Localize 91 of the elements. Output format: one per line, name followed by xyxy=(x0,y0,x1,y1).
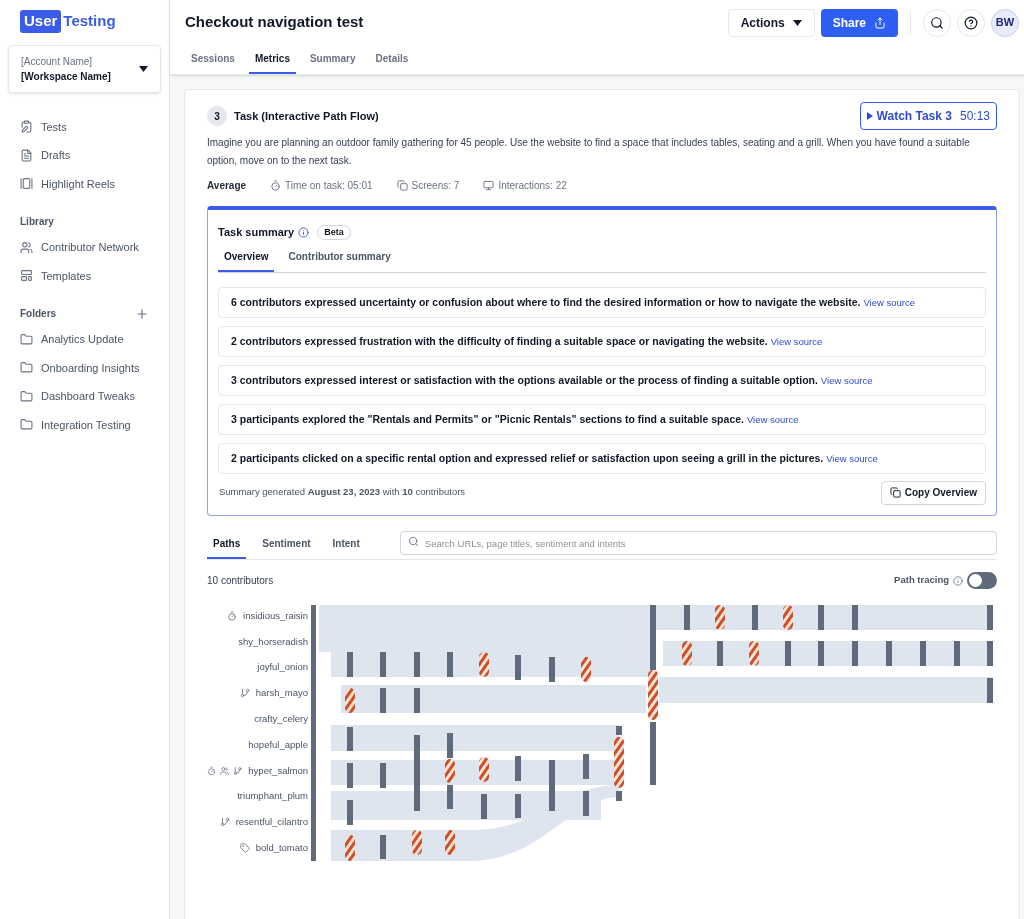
timer-icon xyxy=(227,610,238,621)
caret-icon xyxy=(139,65,148,72)
info-icon xyxy=(953,575,963,586)
copy-icon xyxy=(889,487,901,498)
nav-link[interactable]: Highlight Reels xyxy=(41,175,115,192)
contributor-name: resentful_cilantro xyxy=(235,815,308,830)
reels-icon xyxy=(20,177,33,191)
monitor-icon xyxy=(483,180,495,191)
nav-link[interactable]: Templates xyxy=(41,267,92,284)
task-description: Imagine you are planning an outdoor family gathering for 45 people. Use the website to find a space that includes tables, seating and a grill. When you have found a suitable option, move on to the next task. xyxy=(207,136,971,168)
tab[interactable]: Details xyxy=(369,45,415,74)
folder-icon xyxy=(20,389,33,403)
watch-task-button[interactable]: Watch Task 3 50:13 xyxy=(859,102,997,130)
contributor-name: hyper_salmon xyxy=(248,763,308,778)
nav-link[interactable]: Integration Testing xyxy=(41,416,131,433)
timer-icon xyxy=(207,765,217,776)
tab[interactable]: Paths xyxy=(207,536,247,559)
tab[interactable]: Metrics xyxy=(248,45,296,74)
contributor-name: insidious_raisin xyxy=(243,608,308,623)
contributor-name: harsh_mayo xyxy=(255,686,308,701)
info-icon xyxy=(298,226,310,238)
contributor-name: triumphant_plum xyxy=(237,789,308,804)
contributor-name: bold_tomato xyxy=(255,840,308,855)
summary-footer: Summary generated August 23, 2023 with 10 contributors xyxy=(219,485,466,500)
task-number: 3 xyxy=(207,106,227,126)
folder-icon xyxy=(20,332,33,346)
templates-icon xyxy=(20,269,33,283)
tag-icon xyxy=(239,843,250,854)
share-icon xyxy=(874,16,886,29)
page-title: Checkout navigation test xyxy=(185,12,365,33)
drafts-icon xyxy=(20,148,33,162)
path-tracing-toggle[interactable] xyxy=(967,572,997,589)
stat-text: Screens: 7 xyxy=(411,179,460,193)
nav-link[interactable]: Onboarding Insights xyxy=(41,359,140,376)
summary-item: 3 contributors expressed interest or satisfaction with the options available or the process of finding a suitable option. View source xyxy=(218,364,986,396)
timer-icon xyxy=(270,180,282,191)
branch-icon xyxy=(239,688,250,699)
nav-link[interactable]: Contributor Network xyxy=(41,239,139,256)
section-title: Library xyxy=(19,215,55,229)
task-title: Task (Interactive Path Flow) xyxy=(234,108,380,124)
nav-link[interactable]: Dashboard Tweaks xyxy=(41,388,135,405)
network-icon xyxy=(20,240,33,254)
folder-icon xyxy=(20,418,33,432)
nav-link[interactable]: Drafts xyxy=(41,147,71,164)
actions-button[interactable]: Actions xyxy=(727,8,815,37)
caret-icon xyxy=(792,19,802,26)
view-source-link[interactable]: View source xyxy=(820,374,873,386)
tab[interactable]: Sentiment xyxy=(256,536,317,559)
stat-text: Time on task: 05:01 xyxy=(285,179,373,193)
summary-title: Task summary xyxy=(218,225,295,240)
search-field[interactable]: Search URLs, page titles, sentiment and intents xyxy=(399,531,997,555)
contributor-name: crafty_celery xyxy=(254,711,308,726)
tab[interactable]: Summary xyxy=(303,45,362,74)
branch-icon xyxy=(219,817,230,828)
screens-icon xyxy=(396,180,408,191)
tab[interactable]: Sessions xyxy=(185,45,241,74)
nav-link[interactable]: Tests xyxy=(41,118,67,135)
view-source-link[interactable]: View source xyxy=(746,413,799,425)
logo-text: Testing xyxy=(63,11,116,31)
section-title: Folders xyxy=(20,307,57,321)
avatar[interactable]: BW xyxy=(991,8,1019,37)
help-icon xyxy=(964,15,978,30)
average-label: Average xyxy=(207,179,247,193)
tab[interactable]: Overview xyxy=(218,248,275,272)
summary-item: 6 contributors expressed uncertainty or confusion about where to find the desired information or how to navigate the website. View source xyxy=(218,286,986,318)
search-icon xyxy=(930,15,944,30)
contributor-count: 10 contributors xyxy=(207,574,274,588)
contributor-name: hopeful_apple xyxy=(248,737,308,752)
tests-icon xyxy=(20,120,33,134)
stat-text: Interactions: 22 xyxy=(498,179,567,193)
search-icon xyxy=(407,535,419,547)
view-source-link[interactable]: View source xyxy=(826,452,878,464)
copy-overview-button[interactable]: Copy Overview xyxy=(880,480,986,505)
summary-item: 2 participants clicked on a specific rental option and expressed relief or satisfaction upon seeing a grill in the pictures. View source xyxy=(218,442,986,474)
workspace-selector[interactable]: [Account Name] [Workspace Name] xyxy=(8,44,161,93)
summary-item: 3 participants explored the "Rentals and Permits" or "Picnic Rentals" sections to find a suitable space. View source xyxy=(218,403,986,435)
tab[interactable]: Contributor summary xyxy=(282,248,397,272)
branch-icon xyxy=(233,765,243,776)
path-tracing-label: Path tracing xyxy=(894,573,949,588)
view-source-link[interactable]: View source xyxy=(863,296,915,308)
folder-icon xyxy=(20,361,33,375)
logo-badge[interactable]: User xyxy=(20,10,62,33)
contributor-name: joyful_onion xyxy=(257,660,308,675)
people-icon xyxy=(220,765,230,776)
tab[interactable]: Intent xyxy=(326,536,366,559)
nav-link[interactable]: Analytics Update xyxy=(41,331,124,348)
contributor-name: shy_horseradish xyxy=(238,634,308,649)
share-button[interactable]: Share xyxy=(820,8,898,37)
play-icon xyxy=(866,112,873,120)
summary-item: 2 contributors expressed frustration with the difficulty of finding a suitable space or navigating the website. View source xyxy=(218,325,986,357)
view-source-link[interactable]: View source xyxy=(770,335,823,347)
